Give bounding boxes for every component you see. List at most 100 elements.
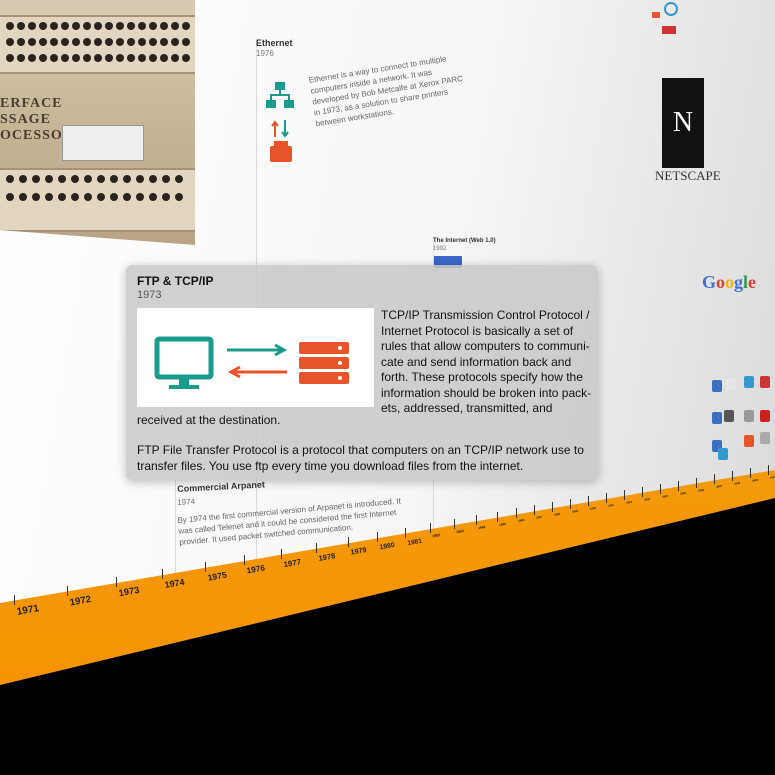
switch-knob xyxy=(71,193,79,201)
monitor-icon xyxy=(154,336,214,389)
switch-knob xyxy=(97,175,105,183)
switch-knob xyxy=(149,175,157,183)
web1-title[interactable]: The Internet (Web 1.0) xyxy=(433,238,496,244)
year-tick xyxy=(768,465,770,476)
imp-machine-photo[interactable]: ERFACE SSAGE OCESSOR xyxy=(0,0,195,245)
year-tick xyxy=(588,496,590,507)
switch-knob xyxy=(123,193,131,201)
popup-title: FTP & TCP/IP xyxy=(137,274,214,288)
year-tick xyxy=(404,527,406,538)
machine-label-line2: SSAGE xyxy=(0,112,51,127)
switch-knob xyxy=(6,175,14,183)
switch-knob xyxy=(94,38,102,46)
popup-paragraph-2: FTP File Transfer Protocol is a protocol… xyxy=(137,443,584,473)
switch-knob xyxy=(84,193,92,201)
year-tick xyxy=(281,548,283,559)
switch-knob xyxy=(110,193,118,201)
switch-knob xyxy=(116,22,124,30)
service-logo-icon xyxy=(726,378,736,390)
switch-knob xyxy=(149,193,157,201)
machine-label-line1: ERFACE xyxy=(0,96,63,111)
switch-knob xyxy=(94,54,102,62)
ethernet-text: Ethernet is a way to connect to multiple… xyxy=(308,54,464,129)
switch-knob xyxy=(39,38,47,46)
switch-knob xyxy=(94,22,102,30)
switch-knob xyxy=(84,175,92,183)
switch-knob xyxy=(160,38,168,46)
switch-knob xyxy=(39,22,47,30)
year-tick xyxy=(660,483,662,494)
switch-knob xyxy=(149,38,157,46)
service-logo-icon xyxy=(712,380,722,392)
switch-knob xyxy=(160,54,168,62)
switch-knob xyxy=(171,22,179,30)
google-logo[interactable]: Google xyxy=(702,272,756,293)
year-tick xyxy=(315,542,317,553)
switch-knob xyxy=(50,22,58,30)
switch-knob xyxy=(105,22,113,30)
switch-knob xyxy=(61,54,69,62)
service-logo-icon xyxy=(760,376,770,388)
switch-knob xyxy=(6,22,14,30)
google-letter: o xyxy=(725,272,735,292)
year-tick xyxy=(534,505,536,516)
switch-knob xyxy=(116,54,124,62)
ethernet-title[interactable]: Ethernet xyxy=(256,38,293,48)
switch-knob xyxy=(39,54,47,62)
popup-year: 1973 xyxy=(137,289,162,301)
switch-knob xyxy=(6,193,14,201)
year-tick xyxy=(377,532,379,543)
year-tick xyxy=(642,486,644,497)
switch-knob xyxy=(171,38,179,46)
service-logo-icon xyxy=(760,432,770,444)
server-icon xyxy=(299,342,349,384)
switch-knob xyxy=(182,54,190,62)
year-tick xyxy=(714,474,716,485)
switch-knob xyxy=(19,175,27,183)
switch-knob xyxy=(182,22,190,30)
service-logo-icon xyxy=(744,410,754,422)
netscape-wordmark: NETSCAPE xyxy=(655,168,721,183)
year-tick xyxy=(14,594,15,605)
switch-knob xyxy=(45,193,53,201)
year-tick xyxy=(347,537,349,548)
year-tick xyxy=(606,492,608,503)
google-letter: g xyxy=(734,272,744,292)
popup-paragraph-1-tail: received at the destination. xyxy=(137,413,281,427)
year-tick xyxy=(497,511,499,522)
switch-knob xyxy=(61,38,69,46)
google-letter: e xyxy=(748,272,757,292)
switch-knob xyxy=(97,193,105,201)
switch-knob xyxy=(127,54,135,62)
switch-knob xyxy=(45,175,53,183)
year-tick xyxy=(750,468,752,479)
switch-knob xyxy=(28,38,36,46)
netscape-logo[interactable]: N xyxy=(662,78,704,168)
switch-knob xyxy=(162,193,170,201)
year-tick xyxy=(454,519,456,530)
switch-knob xyxy=(160,22,168,30)
switch-knob xyxy=(17,38,25,46)
year-tick xyxy=(430,523,432,534)
google-letter: G xyxy=(702,272,717,292)
service-logo-icon xyxy=(744,435,754,447)
switch-knob xyxy=(105,54,113,62)
year-label[interactable]: 1995 xyxy=(680,492,686,496)
event-popup[interactable]: FTP & TCP/IP 1973 TCP/IP Transmission Co… xyxy=(126,265,598,480)
service-logo-icon xyxy=(724,410,734,422)
switch-knob xyxy=(127,38,135,46)
year-tick xyxy=(732,471,734,482)
network-icon xyxy=(266,82,296,177)
switch-knob xyxy=(149,22,157,30)
year-tick xyxy=(678,480,680,491)
year-label[interactable]: 1996 xyxy=(698,488,704,492)
switch-knob xyxy=(50,38,58,46)
switch-knob xyxy=(171,54,179,62)
year-tick xyxy=(696,477,698,488)
switch-knob xyxy=(175,193,183,201)
switch-knob xyxy=(138,38,146,46)
timeline-scene: ERFACE SSAGE OCESSOR Ethernet 1976 Ether… xyxy=(0,0,775,775)
switch-knob xyxy=(6,54,14,62)
switch-knob xyxy=(127,22,135,30)
arpanet-title[interactable]: Commercial Arpanet xyxy=(177,479,265,494)
